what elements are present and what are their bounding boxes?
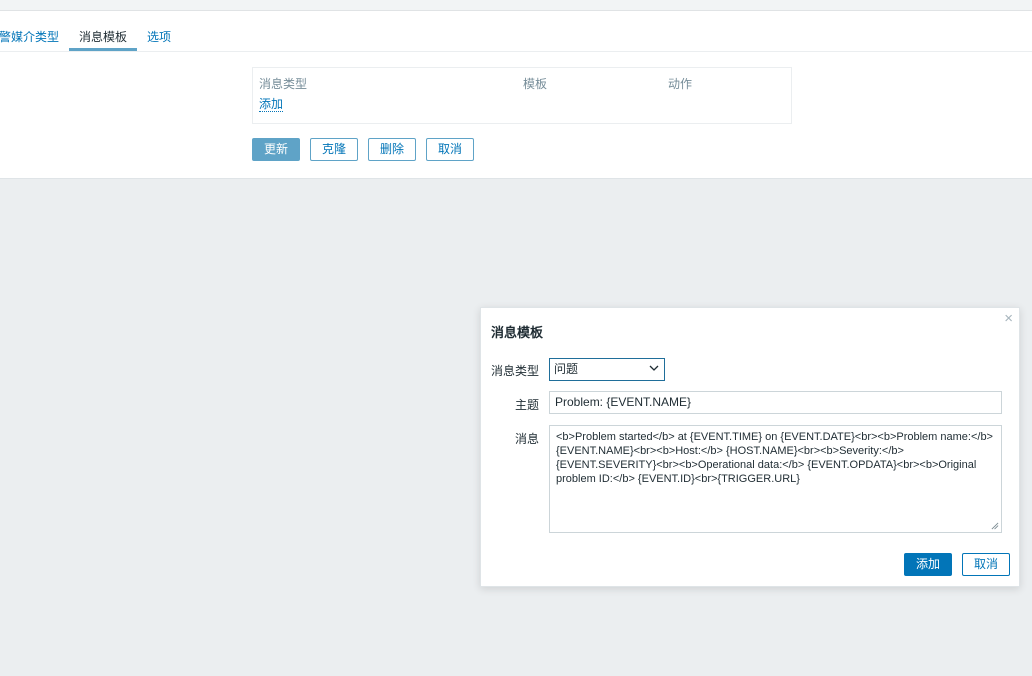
subject-label: 主题 (514, 398, 539, 412)
subject-input[interactable]: Problem: {EVENT.NAME} (549, 391, 1002, 414)
clone-button[interactable]: 克隆 (310, 138, 358, 161)
dialog-add-button[interactable]: 添加 (904, 553, 952, 576)
dialog-cancel-button[interactable]: 取消 (962, 553, 1010, 576)
active-tab-indicator (69, 48, 137, 51)
message-type-select[interactable]: 问题 (549, 358, 665, 381)
delete-button[interactable]: 删除 (368, 138, 416, 161)
column-header-action: 动作 (668, 77, 693, 91)
cancel-button[interactable]: 取消 (426, 138, 474, 161)
tab-options[interactable]: 选项 (147, 28, 171, 45)
tab-message-templates[interactable]: 消息模板 (79, 28, 127, 45)
form-content: 消息类型 模板 动作 添加 更新 克隆 删除 取消 (0, 52, 1032, 179)
message-label: 消息 (514, 432, 539, 446)
close-icon[interactable]: × (1004, 310, 1013, 327)
message-type-value: 问题 (554, 362, 579, 376)
resize-grip-icon[interactable] (991, 522, 999, 530)
add-template-link[interactable]: 添加 (259, 97, 284, 112)
column-header-message-type: 消息类型 (259, 77, 308, 91)
update-button[interactable]: 更新 (252, 138, 300, 161)
tab-bar: 警媒介类型 消息模板 选项 (0, 11, 1032, 52)
message-template-dialog: 消息模板 × 消息类型 问题 主题 Problem: {EVENT.NAME} … (480, 307, 1020, 587)
message-textarea[interactable]: <b>Problem started</b> at {EVENT.TIME} o… (549, 425, 1002, 533)
message-type-label: 消息类型 (490, 364, 539, 378)
tab-media-type[interactable]: 警媒介类型 (0, 28, 59, 45)
message-templates-table: 消息类型 模板 动作 添加 (252, 67, 792, 124)
chevron-down-icon (649, 358, 659, 386)
top-strip (0, 0, 1032, 11)
dialog-title: 消息模板 (491, 325, 544, 340)
column-header-template: 模板 (523, 77, 548, 91)
